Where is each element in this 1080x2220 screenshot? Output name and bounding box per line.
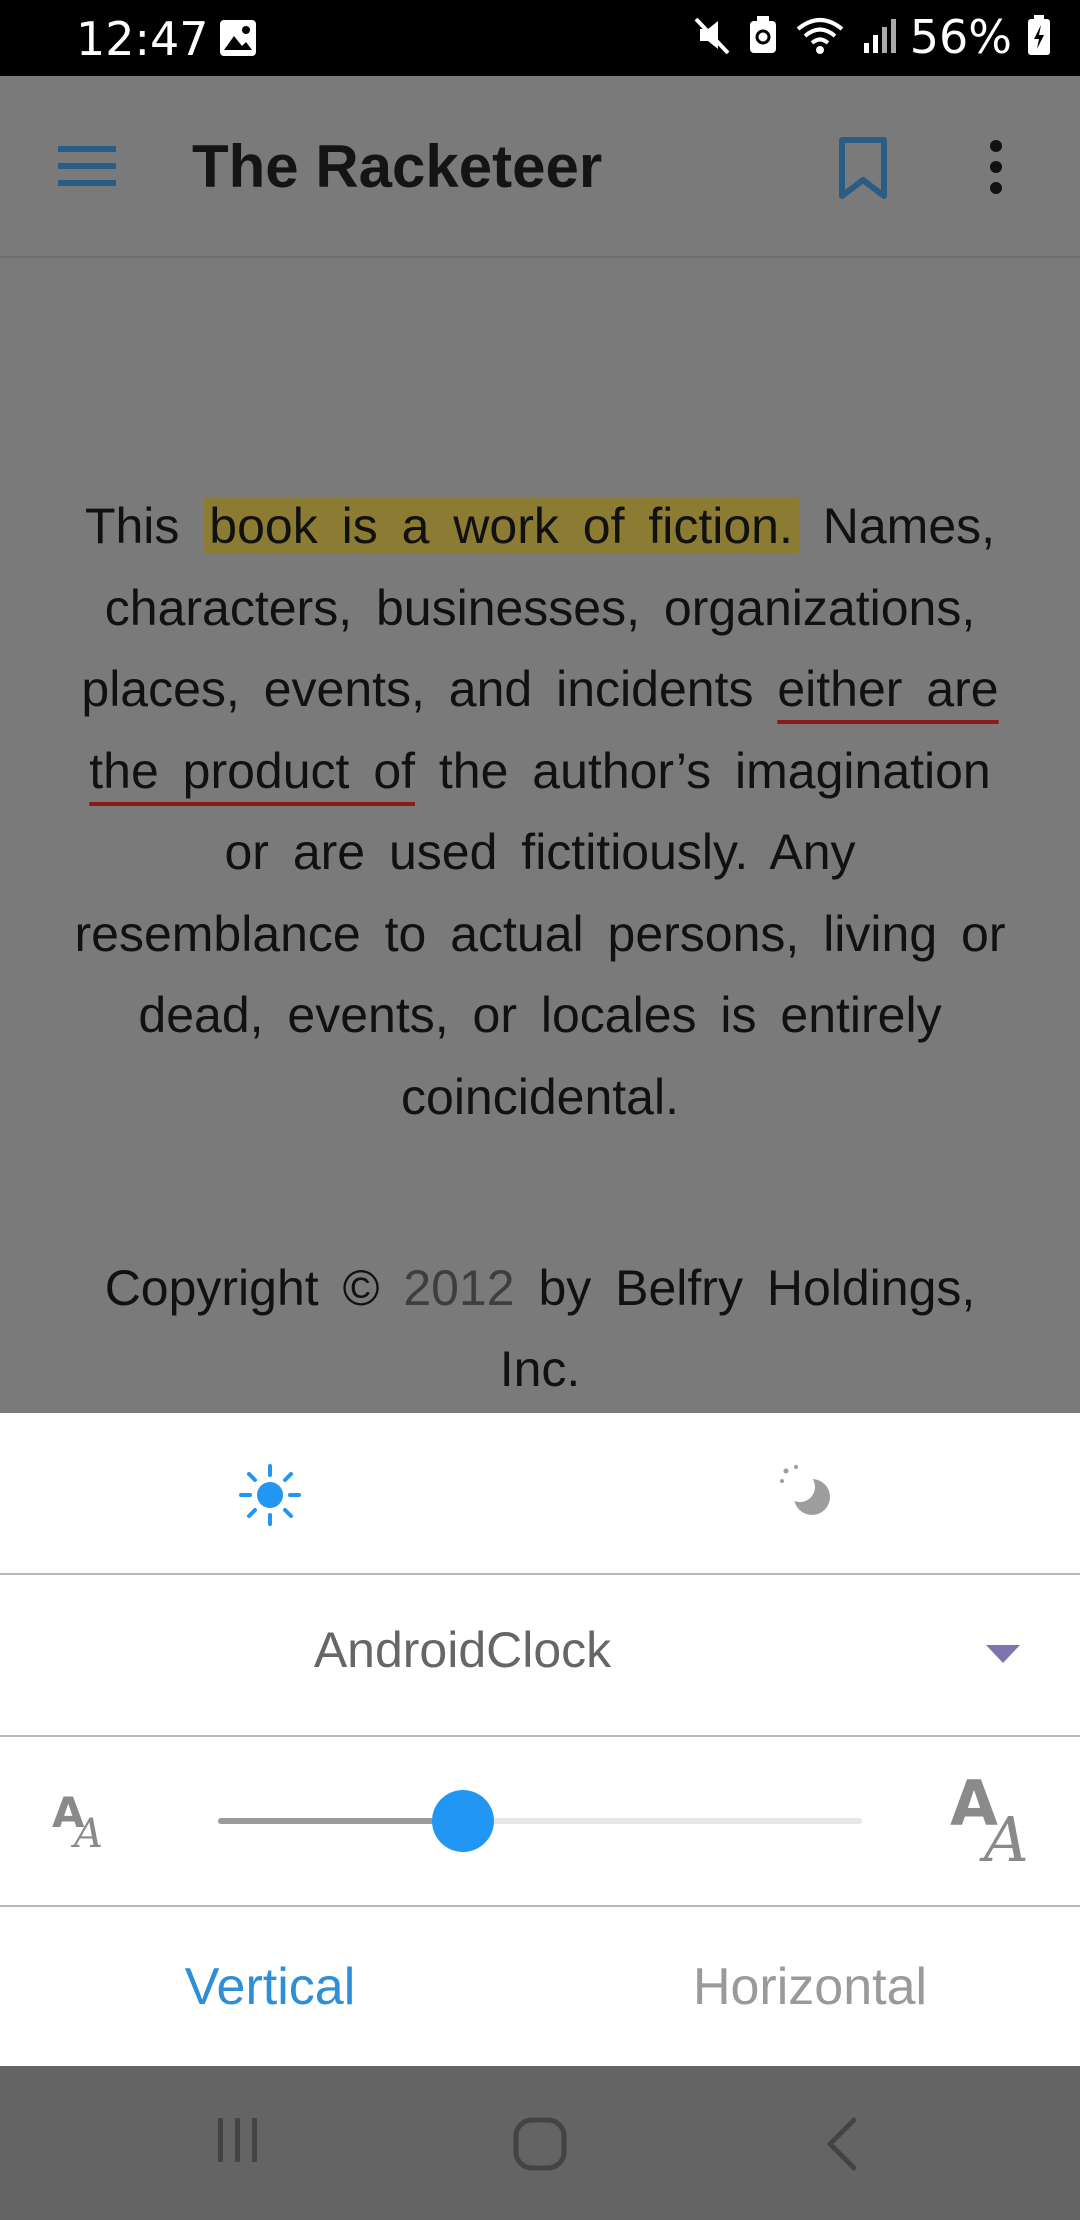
light-theme-sun-icon[interactable] <box>238 1463 302 1532</box>
copyright-year: 2012 <box>403 1260 515 1316</box>
data-saver-icon <box>746 13 780 62</box>
orientation-row: Vertical Horizontal <box>0 1907 1080 2066</box>
copyright-text: Copyright © 2012 by Belfry Holdings, Inc… <box>60 1248 1020 1410</box>
svg-text:A: A <box>70 1811 103 1851</box>
gallery-notification-icon <box>218 18 258 63</box>
battery-charging-icon <box>1026 13 1052 62</box>
bookmark-icon[interactable] <box>836 136 890 205</box>
reading-settings-sheet: AndroidClock AA AA Vertical Horizontal <box>0 1413 1080 2066</box>
status-time: 12:47 <box>76 12 209 66</box>
more-options-icon[interactable] <box>980 138 1012 203</box>
slider-thumb[interactable] <box>431 1790 494 1852</box>
slider-fill <box>218 1818 463 1824</box>
svg-text:A: A <box>979 1803 1029 1869</box>
font-name: AndroidClock <box>313 1622 612 1678</box>
dark-theme-moon-icon[interactable] <box>778 1463 842 1532</box>
theme-row <box>0 1413 1080 1575</box>
text-size-slider[interactable] <box>218 1790 862 1852</box>
text-segment: the author’s imagination or are used fic… <box>74 742 1006 1125</box>
copyright-suffix: by Belfry Holdings, Inc. <box>499 1260 976 1397</box>
highlighted-text[interactable]: book is a work of fiction. <box>203 498 799 554</box>
book-title: The Racketeer <box>192 133 603 200</box>
text-segment: This <box>84 498 204 554</box>
font-selector[interactable]: AndroidClock <box>0 1575 1080 1737</box>
home-icon[interactable] <box>512 2116 568 2177</box>
back-icon[interactable] <box>822 2116 862 2177</box>
app-bar: The Racketeer <box>0 76 1080 258</box>
battery-percent: 56% <box>909 10 1012 64</box>
navigation-bar <box>0 2066 1080 2220</box>
signal-icon <box>860 13 896 62</box>
text-size-row: AA AA <box>0 1737 1080 1907</box>
copyright-prefix: Copyright © <box>104 1260 404 1316</box>
increase-text-size-icon[interactable]: AA <box>950 1767 1050 1876</box>
status-bar: 12:47 56% <box>0 0 1080 76</box>
wifi-icon <box>794 13 846 62</box>
menu-icon[interactable] <box>56 142 120 195</box>
status-icons: 56% <box>692 10 1052 64</box>
horizontal-option[interactable]: Horizontal <box>540 1957 1080 2017</box>
recent-apps-icon[interactable] <box>212 2114 264 2171</box>
decrease-text-size-icon[interactable]: AA <box>50 1787 118 1857</box>
mute-icon <box>692 13 732 62</box>
book-page-text[interactable]: This book is a work of fiction. Names, c… <box>70 486 1010 1138</box>
reader-view: The Racketeer This book is a work of fic… <box>0 76 1080 1413</box>
vertical-option[interactable]: Vertical <box>0 1957 540 2017</box>
dropdown-arrow-icon[interactable] <box>986 1645 1020 1663</box>
